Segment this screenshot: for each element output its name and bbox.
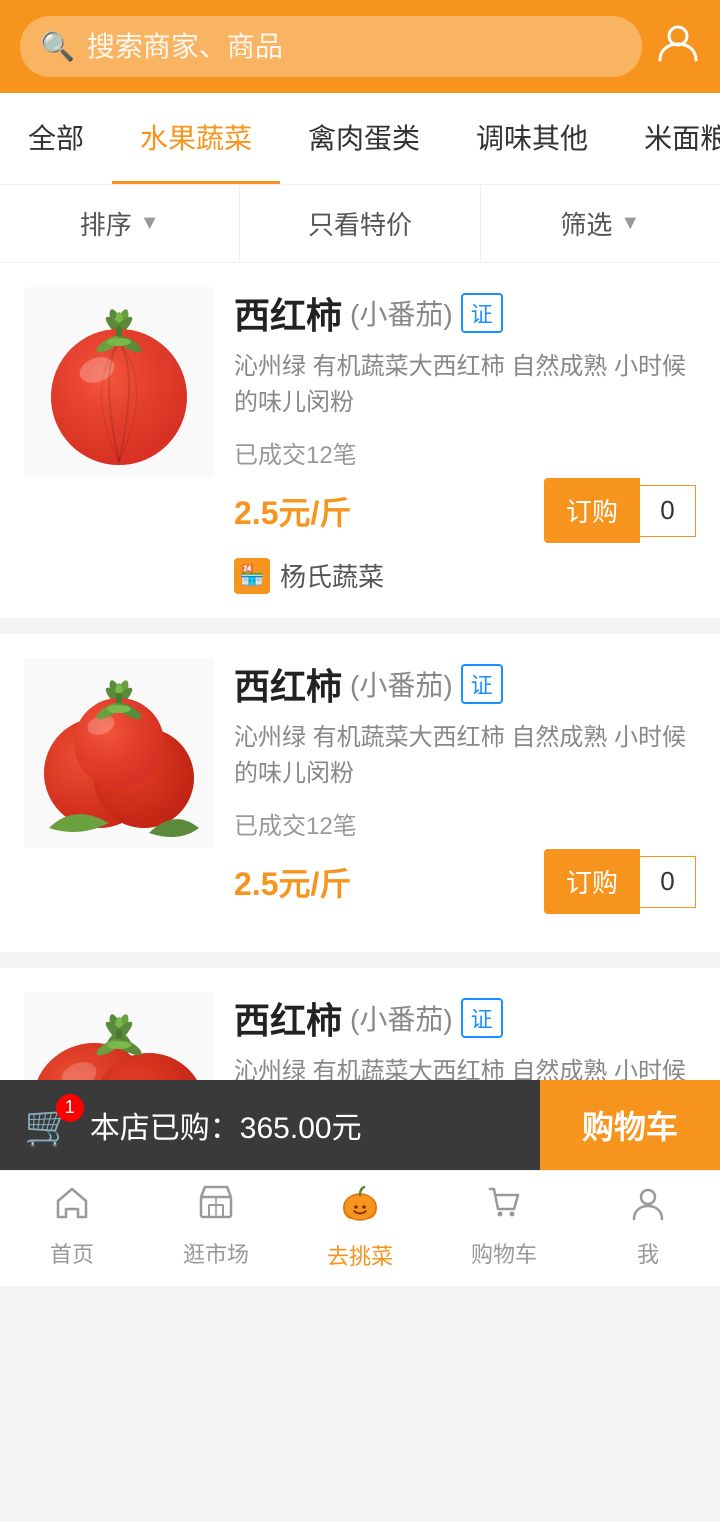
- cart-bar: 🛒 1 本店已购：365.00元 购物车: [0, 1080, 720, 1170]
- cert-badge-3: 证: [461, 998, 503, 1038]
- sort-arrow-icon: ▼: [140, 212, 160, 235]
- store-name-1: 杨氏蔬菜: [280, 557, 384, 594]
- product-sub-2: (小番茄): [350, 664, 453, 704]
- cart-badge: 1: [56, 1094, 84, 1122]
- me-icon: [629, 1183, 667, 1231]
- product-name-1: 西红柿: [234, 287, 342, 339]
- header: 🔍: [0, 0, 720, 93]
- cart-info: 🛒 1 本店已购：365.00元: [0, 1080, 540, 1170]
- cart-amount: 本店已购：365.00元: [90, 1103, 362, 1147]
- order-qty-2: 0: [640, 856, 696, 908]
- product-sold-1: 已成交12笔: [234, 435, 696, 470]
- product-sold-2: 已成交12笔: [234, 806, 696, 841]
- nav-pick-label: 去挑菜: [327, 1239, 393, 1271]
- store-row-1: 🏪 杨氏蔬菜: [234, 557, 696, 594]
- nav-me-label: 我: [637, 1237, 659, 1269]
- order-group-2: 订购 0: [544, 849, 696, 914]
- product-desc-2: 沁州绿 有机蔬菜大西红柿 自然成熟 小时候的味儿闵粉: [234, 720, 696, 792]
- nav-cart[interactable]: 购物车: [432, 1171, 576, 1280]
- filter-bar: 排序 ▼ 只看特价 筛选 ▼: [0, 185, 720, 263]
- cat-seasoning[interactable]: 调味其他: [448, 93, 616, 184]
- cat-fruit-veg[interactable]: 水果蔬菜: [112, 93, 280, 184]
- filter-filter[interactable]: 筛选 ▼: [481, 185, 720, 262]
- search-bar[interactable]: 🔍: [20, 16, 642, 77]
- product-price-2: 2.5元/斤: [234, 859, 351, 905]
- product-card-2: 西红柿 (小番茄) 证 沁州绿 有机蔬菜大西红柿 自然成熟 小时候的味儿闵粉 已…: [0, 634, 720, 952]
- order-button-2[interactable]: 订购: [544, 849, 640, 914]
- filter-arrow-icon: ▼: [620, 212, 640, 235]
- cart-button[interactable]: 购物车: [540, 1080, 720, 1170]
- special-price-filter[interactable]: 只看特价: [240, 185, 480, 262]
- cart-nav-icon: [485, 1183, 523, 1231]
- user-icon[interactable]: [656, 20, 700, 74]
- product-desc-1: 沁州绿 有机蔬菜大西红柿 自然成熟 小时候的味儿闵粉: [234, 349, 696, 421]
- product-list: 西红柿 (小番茄) 证 沁州绿 有机蔬菜大西红柿 自然成熟 小时候的味儿闵粉 已…: [0, 263, 720, 1522]
- sort-filter[interactable]: 排序 ▼: [0, 185, 240, 262]
- cat-meat-egg[interactable]: 禽肉蛋类: [280, 93, 448, 184]
- order-qty-1: 0: [640, 485, 696, 537]
- nav-me[interactable]: 我: [576, 1171, 720, 1280]
- order-group-1: 订购 0: [544, 478, 696, 543]
- product-name-3: 西红柿: [234, 992, 342, 1044]
- nav-market-label: 逛市场: [183, 1237, 249, 1269]
- store-icon-1: 🏪: [234, 558, 270, 594]
- order-button-1[interactable]: 订购: [544, 478, 640, 543]
- product-sub-3: (小番茄): [350, 998, 453, 1038]
- cert-badge-2: 证: [461, 664, 503, 704]
- search-icon: 🔍: [40, 30, 75, 63]
- product-price-1: 2.5元/斤: [234, 488, 351, 534]
- cat-all[interactable]: 全部: [0, 93, 112, 184]
- product-card-1: 西红柿 (小番茄) 证 沁州绿 有机蔬菜大西红柿 自然成熟 小时候的味儿闵粉 已…: [0, 263, 720, 618]
- market-icon: [197, 1183, 235, 1231]
- nav-cart-label: 购物车: [471, 1237, 537, 1269]
- nav-home[interactable]: 首页: [0, 1171, 144, 1280]
- bottom-nav: 首页 逛市场: [0, 1170, 720, 1280]
- nav-market[interactable]: 逛市场: [144, 1171, 288, 1280]
- product-image-2: [24, 658, 214, 848]
- home-icon: [53, 1183, 91, 1231]
- product-image-1: [24, 287, 214, 477]
- product-info-1: 西红柿 (小番茄) 证 沁州绿 有机蔬菜大西红柿 自然成熟 小时候的味儿闵粉 已…: [234, 287, 696, 594]
- pick-icon: [339, 1181, 381, 1233]
- nav-home-label: 首页: [50, 1237, 94, 1269]
- category-tabs: 全部 水果蔬菜 禽肉蛋类 调味其他 米面粮油: [0, 93, 720, 185]
- product-sub-1: (小番茄): [350, 293, 453, 333]
- nav-pick[interactable]: 去挑菜: [288, 1171, 432, 1280]
- cat-grain[interactable]: 米面粮油: [616, 93, 720, 184]
- product-name-2: 西红柿: [234, 658, 342, 710]
- cert-badge-1: 证: [461, 293, 503, 333]
- cart-icon-wrap: 🛒 1: [24, 1102, 74, 1149]
- product-info-2: 西红柿 (小番茄) 证 沁州绿 有机蔬菜大西红柿 自然成熟 小时候的味儿闵粉 已…: [234, 658, 696, 928]
- search-input[interactable]: [87, 31, 622, 63]
